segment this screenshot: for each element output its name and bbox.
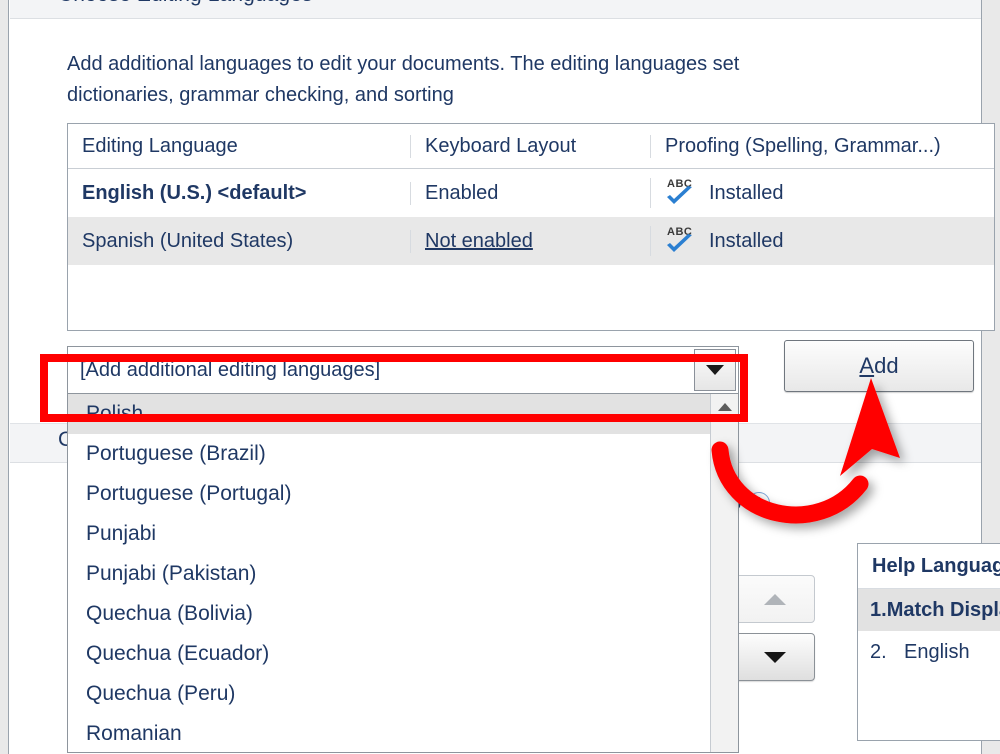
scroll-up-arrow-icon [717, 403, 732, 411]
choose-editing-languages-section-header: Choose Editing Languages [10, 0, 981, 19]
add-button-accesskey: A [859, 353, 875, 378]
column-header-proofing[interactable]: Proofing (Spelling, Grammar...) [650, 134, 994, 158]
cell-keyboard-layout[interactable]: Enabled [410, 181, 650, 205]
move-up-arrow-icon [764, 593, 786, 605]
help-language-index: 1. [870, 599, 887, 621]
proofing-status-text: Installed [709, 181, 784, 204]
list-item[interactable]: Punjabi (Pakistan) [68, 554, 738, 594]
list-item[interactable]: Quechua (Peru) [68, 674, 738, 714]
cell-keyboard-layout[interactable]: Not enabled [410, 229, 650, 253]
word-options-language-dialog: Choose Editing Languages Add additional … [8, 0, 1000, 754]
move-down-button[interactable] [735, 633, 815, 681]
help-language-column-header: Help Language [858, 544, 1000, 589]
dropdown-scrollbar[interactable] [710, 394, 738, 752]
info-icon[interactable]: i [748, 492, 771, 514]
help-language-list[interactable]: Help Language 1. Match Display Language … [857, 543, 1000, 741]
editing-languages-table[interactable]: Editing Language Keyboard Layout Proofin… [67, 123, 995, 331]
help-language-label: Match Display Language [886, 599, 1000, 621]
chevron-down-icon [706, 365, 724, 375]
combobox-dropdown-button[interactable] [694, 349, 736, 391]
proofing-status-text: Installed [709, 229, 784, 252]
cell-proofing[interactable]: ABC Installed [650, 178, 994, 208]
section-title-editing-languages: Choose Editing Languages [58, 0, 313, 7]
move-down-arrow-icon [764, 651, 786, 663]
list-item[interactable]: Portuguese (Portugal) [68, 474, 738, 514]
cell-proofing[interactable]: ABC Installed [650, 226, 994, 256]
list-item[interactable]: 2. English [858, 631, 1000, 673]
screenshot-root: Choose Editing Languages Add additional … [0, 0, 1000, 754]
list-item[interactable]: Quechua (Ecuador) [68, 634, 738, 674]
help-language-index: 2. [870, 641, 887, 663]
spellcheck-abc-icon: ABC [665, 226, 699, 256]
list-item[interactable]: Romanian [68, 714, 738, 752]
add-button-label: Add [859, 353, 899, 378]
language-dropdown-list[interactable]: Polish Portuguese (Brazil) Portuguese (P… [67, 393, 739, 753]
list-item[interactable]: Punjabi [68, 514, 738, 554]
list-item[interactable]: 1. Match Display Language [858, 589, 1000, 631]
add-language-combobox-value: [Add additional editing languages] [80, 358, 381, 381]
cell-editing-language: Spanish (United States) [82, 229, 294, 252]
table-row[interactable]: Spanish (United States) Not enabled ABC … [68, 217, 994, 265]
table-row[interactable]: English (U.S.) <default> Enabled ABC Ins… [68, 169, 994, 217]
spellcheck-abc-icon: ABC [665, 178, 699, 208]
add-language-combobox[interactable]: [Add additional editing languages] [67, 346, 739, 394]
list-item[interactable]: Portuguese (Brazil) [68, 434, 738, 474]
help-language-label: English [904, 641, 970, 663]
list-item[interactable]: Polish [68, 394, 738, 434]
scroll-up-button[interactable] [711, 394, 738, 420]
list-item[interactable]: Quechua (Bolivia) [68, 594, 738, 634]
table-header-row: Editing Language Keyboard Layout Proofin… [68, 124, 994, 169]
cell-editing-language: English (U.S.) <default> [82, 181, 307, 204]
editing-languages-description: Add additional languages to edit your do… [67, 53, 740, 106]
move-up-button[interactable] [735, 575, 815, 623]
column-header-editing-language[interactable]: Editing Language [68, 135, 410, 158]
column-header-keyboard-layout[interactable]: Keyboard Layout [410, 134, 650, 158]
add-button[interactable]: Add [784, 340, 974, 392]
